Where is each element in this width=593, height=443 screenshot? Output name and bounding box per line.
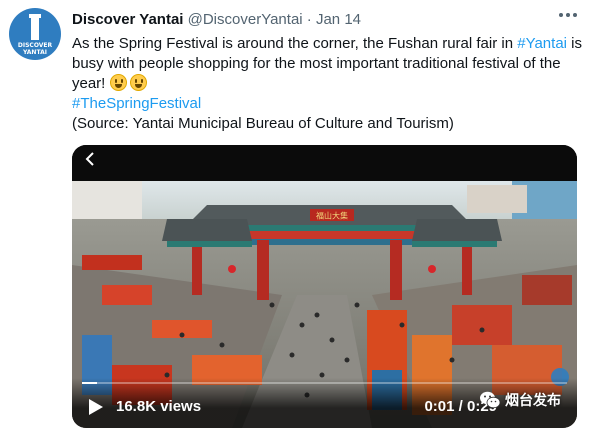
wechat-logo-icon [480,391,501,409]
avatar-text-line2: YANTAI [23,49,47,56]
user-handle[interactable]: @DiscoverYantai [188,11,303,28]
tweet-header: Discover Yantai @DiscoverYantai · Jan 14 [72,10,542,30]
avatar-text-line1: DISCOVER [17,42,53,49]
tweet-text-part1: As the Spring Festival is around the cor… [72,35,518,52]
hashtag-spring-festival-link[interactable]: #TheSpringFestival [72,95,201,112]
source-watermark: 烟台发布 [479,389,561,411]
view-count: 16.8K views [116,398,202,415]
avatar[interactable]: DISCOVER YANTAI [9,8,61,60]
watermark-text: 烟台发布 [505,393,561,409]
grinning-face-emoji-icon [129,74,147,91]
back-chevron-icon[interactable] [84,151,98,167]
more-options-icon[interactable] [559,13,577,19]
display-name[interactable]: Discover Yantai [72,11,183,28]
progress-bar[interactable] [82,382,567,384]
tweet-body: As the Spring Festival is around the cor… [72,34,582,134]
separator-dot: · [306,11,312,28]
play-icon[interactable] [88,398,104,416]
grinning-face-emoji-icon [109,74,127,91]
source-line: (Source: Yantai Municipal Bureau of Cult… [72,115,454,132]
video-player[interactable]: 福山大集 16.8K views 0:01 / 0:29 烟台发布 [72,145,577,428]
lighthouse-icon [31,16,39,40]
gate-sign-text: 福山大集 [316,211,348,221]
hashtag-yantai-link[interactable]: #Yantai [517,35,567,52]
progress-fill [82,382,97,384]
tweet-date[interactable]: Jan 14 [316,11,361,28]
